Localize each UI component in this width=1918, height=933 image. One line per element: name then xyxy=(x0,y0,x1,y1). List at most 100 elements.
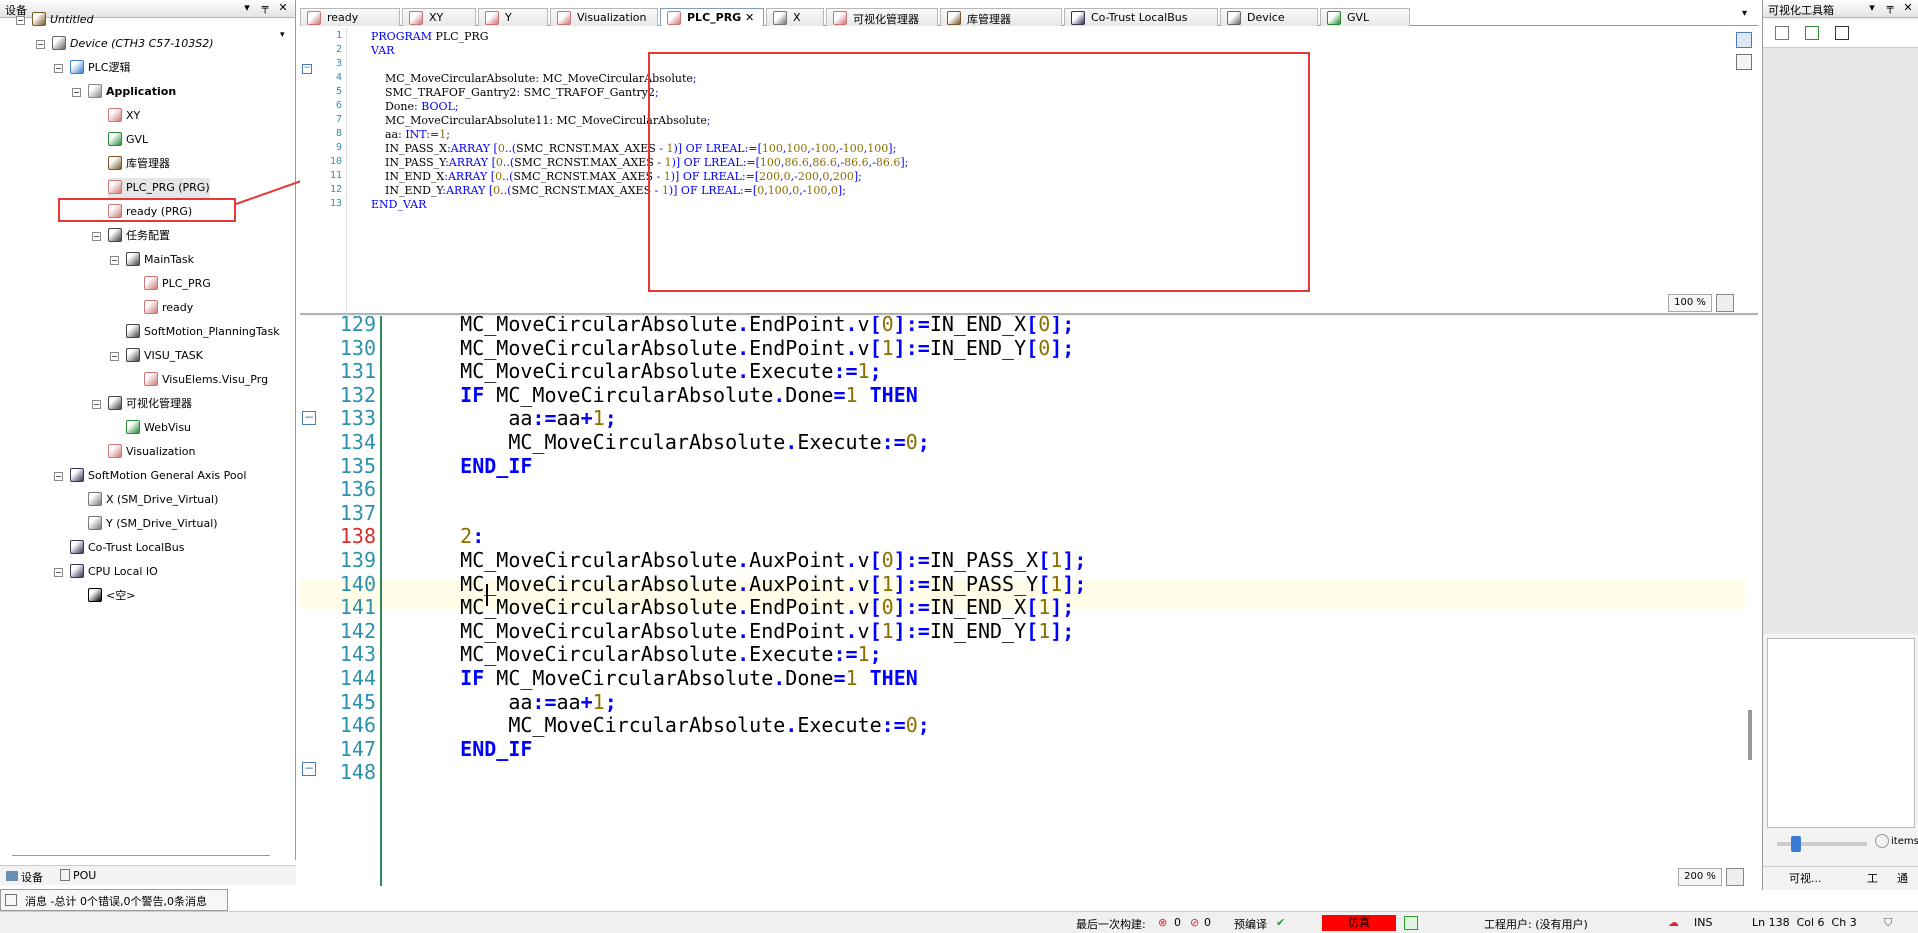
tab-devices[interactable]: 设备 xyxy=(2,868,47,886)
search-icon[interactable] xyxy=(1875,834,1889,848)
toolbox-menu-icon[interactable]: ▾ xyxy=(1865,1,1879,14)
tree-item-label: 任务配置 xyxy=(126,229,170,242)
toolbox-close-icon[interactable]: ✕ xyxy=(1901,1,1915,14)
implementation-editor[interactable]: 129 MC_MoveCircularAbsolute.EndPoint.v[0… xyxy=(300,316,1758,886)
login-icon[interactable] xyxy=(1404,916,1418,930)
tree-item[interactable]: SoftMotion_PlanningTask xyxy=(126,322,280,342)
tree-item[interactable]: − CPU Local IO xyxy=(54,562,158,582)
tab-label: GVL xyxy=(1347,11,1370,24)
tab-tools[interactable]: 工 xyxy=(1863,869,1882,887)
collapse-icon[interactable]: − xyxy=(110,256,119,265)
collapse-icon[interactable]: − xyxy=(16,16,25,25)
editor-tab[interactable]: X xyxy=(766,8,824,26)
line-number: 6 xyxy=(335,100,342,111)
tab-visu-toolbox[interactable]: 可视... xyxy=(1785,869,1826,887)
editor-tab[interactable]: 可视化管理器 xyxy=(826,8,938,26)
collapse-icon[interactable]: − xyxy=(54,64,63,73)
tree-item[interactable]: − VISU_TASK xyxy=(110,346,203,366)
editor-tab[interactable]: Visualization xyxy=(550,8,658,26)
body-zoom-icon[interactable] xyxy=(1726,868,1744,886)
toolbox-list-icon[interactable] xyxy=(1775,26,1789,40)
editor-tab[interactable]: Y xyxy=(478,8,548,26)
editor-tab[interactable]: ready xyxy=(300,8,400,26)
collapse-icon[interactable]: − xyxy=(36,40,45,49)
tree-item[interactable]: − Device (CTH3 C57-103S2) xyxy=(36,34,214,54)
tree-item[interactable]: Co-Trust LocalBus xyxy=(70,538,184,558)
pin-icon[interactable]: ╤ xyxy=(258,1,272,14)
tree-item[interactable]: − SoftMotion General Axis Pool xyxy=(54,466,246,486)
table-view-icon[interactable] xyxy=(1736,54,1752,70)
tree-dropdown-icon[interactable]: ▾ xyxy=(280,30,292,46)
tree-item[interactable]: GVL xyxy=(108,130,148,150)
text-view-icon[interactable] xyxy=(1736,32,1752,48)
tree-item[interactable]: − 任务配置 xyxy=(92,226,170,246)
code-line[interactable]: END_IF xyxy=(412,452,532,481)
tab-pou[interactable]: POU xyxy=(56,868,100,883)
tree-node-icon xyxy=(32,12,46,26)
code-line[interactable]: PROGRAM PLC_PRG xyxy=(371,30,489,43)
tree-item-label: 库管理器 xyxy=(126,157,170,170)
decl-zoom[interactable]: 100 % xyxy=(1668,294,1712,312)
collapse-icon[interactable]: − xyxy=(54,568,63,577)
editor-tab[interactable]: PLC_PRG ✕ xyxy=(660,8,764,26)
code-line[interactable]: END_VAR xyxy=(371,198,426,211)
tree-item[interactable]: PLC_PRG (PRG) xyxy=(108,178,210,198)
editor-tab[interactable]: Co-Trust LocalBus xyxy=(1064,8,1218,26)
toolbox-image-icon[interactable] xyxy=(1835,26,1849,40)
warning-icon: ⊘ xyxy=(1190,916,1200,929)
fold-icon-132[interactable]: − xyxy=(302,411,316,425)
code-line[interactable]: END_IF xyxy=(412,735,532,764)
editor-tab[interactable]: Device xyxy=(1220,8,1318,26)
tab-comm[interactable]: 通 xyxy=(1893,869,1912,887)
code-line[interactable]: VAR xyxy=(371,44,394,57)
editor-tab[interactable]: XY xyxy=(402,8,476,26)
toolbox-slider-thumb[interactable] xyxy=(1791,836,1801,852)
tree-item[interactable]: ready xyxy=(144,298,193,318)
collapse-icon[interactable]: − xyxy=(92,232,101,241)
editor-tab[interactable]: 库管理器 xyxy=(940,8,1062,26)
code-line[interactable]: aa: INT:=1; xyxy=(371,128,450,141)
code-line[interactable]: Done: BOOL; xyxy=(371,100,459,113)
tree-item[interactable]: − PLC逻辑 xyxy=(54,58,130,78)
tree-item[interactable]: 库管理器 xyxy=(108,154,170,174)
tree-item[interactable]: − Application xyxy=(72,82,176,102)
simulation-badge[interactable]: 仿真 xyxy=(1322,915,1396,931)
close-icon[interactable]: ✕ xyxy=(276,1,290,14)
decl-fold-icon[interactable]: − xyxy=(302,64,312,74)
tree-item[interactable]: VisuElems.Visu_Prg xyxy=(144,370,268,390)
tree-item[interactable]: WebVisu xyxy=(126,418,191,438)
tab-pou-label: POU xyxy=(73,869,97,882)
tree-item[interactable]: − MainTask xyxy=(110,250,194,270)
body-zoom[interactable]: 200 % xyxy=(1678,868,1722,886)
tree-item[interactable]: − 可视化管理器 xyxy=(92,394,192,414)
tree-item[interactable]: X (SM_Drive_Virtual) xyxy=(88,490,218,510)
declaration-editor[interactable]: 1 PROGRAM PLC_PRG 2 VAR 3 4 MC_MoveCircularAb… xyxy=(300,28,1758,314)
zoom-icon[interactable] xyxy=(1716,294,1734,312)
tab-label: Visualization xyxy=(577,11,647,24)
status-bar: 最后一次构建: ⊗ 0 ⊘ 0 预编译 ✔ 仿真 工程用户: (没有用户) ☁ … xyxy=(0,911,1918,933)
toolbox-items-label: items xyxy=(1891,836,1918,847)
pane-menu-icon[interactable]: ▾ xyxy=(240,1,254,14)
messages-icon xyxy=(5,894,17,906)
collapse-icon[interactable]: − xyxy=(92,400,101,409)
collapse-icon[interactable]: − xyxy=(110,352,119,361)
code-line[interactable]: SMC_TRAFOF_Gantry2: SMC_TRAFOF_Gantry2; xyxy=(371,86,659,99)
tree-item[interactable]: XY xyxy=(108,106,140,126)
tree-item[interactable]: − Untitled xyxy=(16,10,94,30)
collapse-icon[interactable]: − xyxy=(54,472,63,481)
collapse-icon[interactable]: − xyxy=(72,88,81,97)
tree-item[interactable]: Visualization xyxy=(108,442,195,462)
tab-list-icon[interactable]: ▾ xyxy=(1742,8,1747,19)
line-number: 11 xyxy=(329,170,342,181)
tree-item[interactable]: Y (SM_Drive_Virtual) xyxy=(88,514,218,534)
tree-item[interactable]: PLC_PRG xyxy=(144,274,211,294)
toolbox-pin-icon[interactable]: ╤ xyxy=(1883,1,1897,14)
fold-icon-144[interactable]: − xyxy=(302,762,316,776)
tab-close-icon[interactable]: ✕ xyxy=(741,11,754,24)
toolbox-grid-icon[interactable] xyxy=(1805,26,1819,40)
editor-tab[interactable]: GVL xyxy=(1320,8,1410,26)
scrollbar-thumb[interactable] xyxy=(1748,710,1752,760)
messages-tab[interactable]: 消息 -总计 0个错误,0个警告,0条消息 xyxy=(0,889,228,911)
tree-item[interactable]: <空> xyxy=(88,586,135,606)
line-number: 3 xyxy=(335,58,342,69)
